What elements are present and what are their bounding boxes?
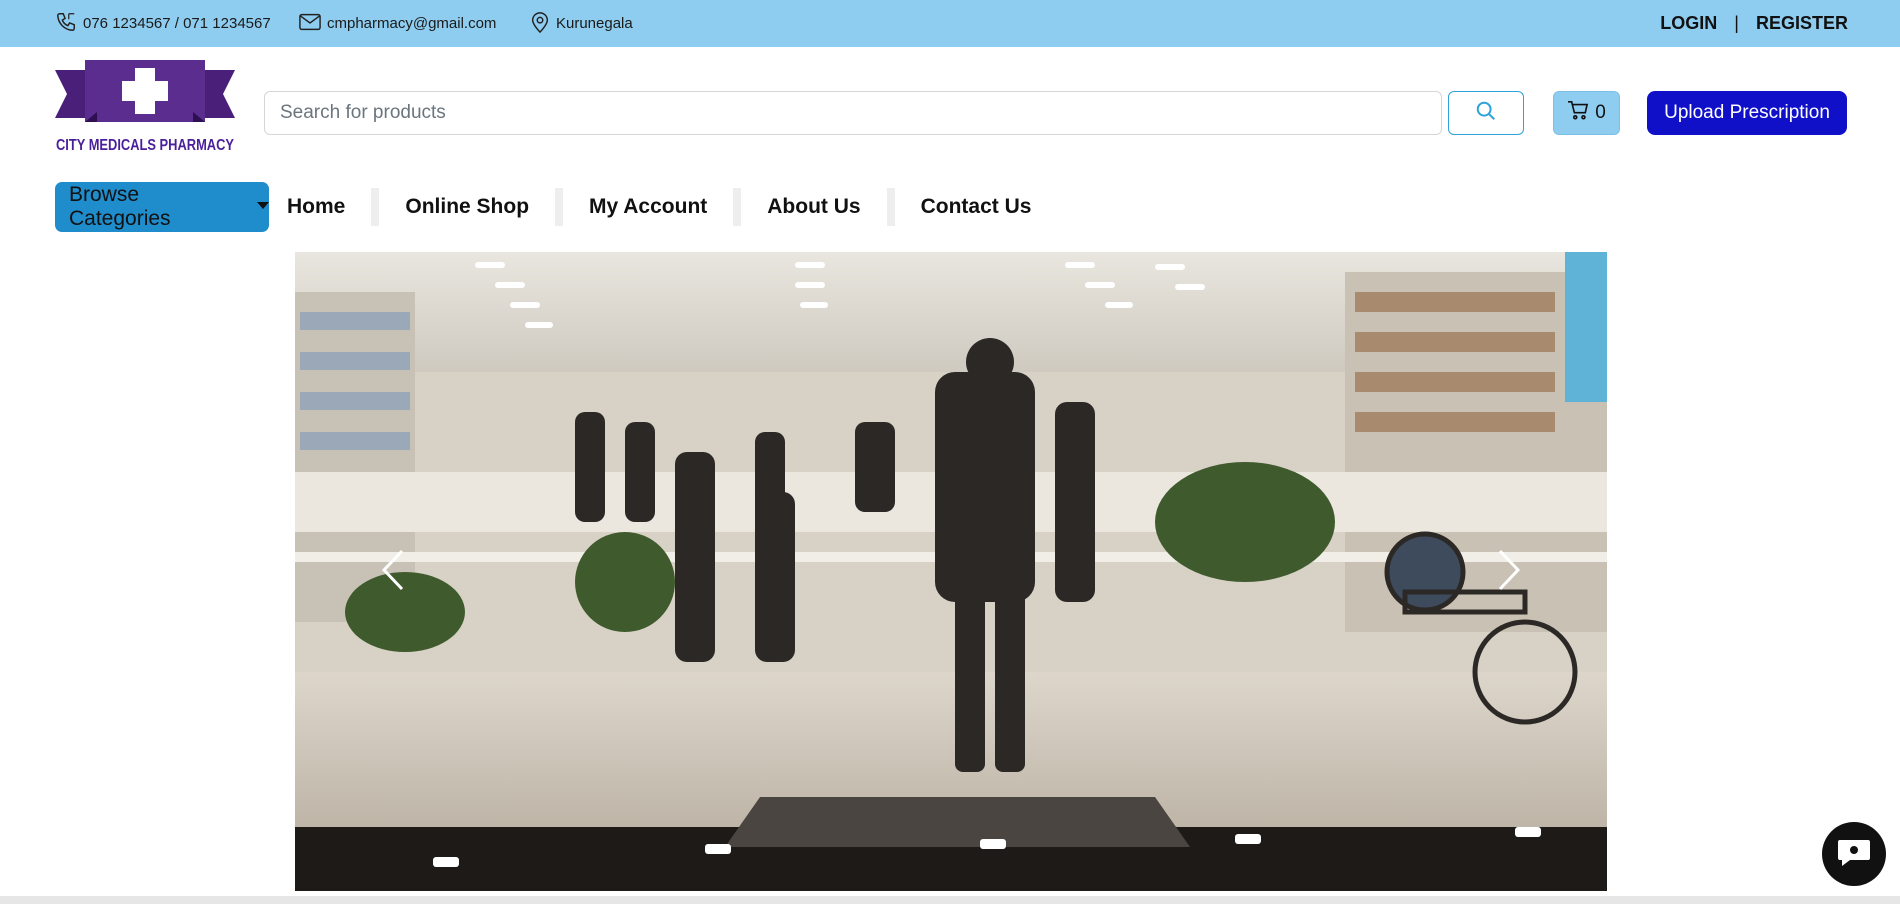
chat-button[interactable] xyxy=(1822,822,1886,886)
contact-phone: 076 1234567 / 071 1234567 xyxy=(55,0,271,47)
top-info-bar: 076 1234567 / 071 1234567 cmpharmacy@gma… xyxy=(0,0,1900,47)
search-button[interactable] xyxy=(1448,91,1524,135)
carousel-next-button[interactable] xyxy=(1484,542,1534,602)
map-pin-icon xyxy=(530,11,556,37)
cart-count: 0 xyxy=(1595,102,1606,123)
register-link[interactable]: REGISTER xyxy=(1756,13,1848,34)
envelope-icon xyxy=(299,13,327,35)
nav-divider xyxy=(555,188,564,226)
auth-links: LOGIN | REGISTER xyxy=(1660,0,1848,47)
hero-carousel[interactable] xyxy=(295,252,1607,891)
logo-text: CITY MEDICALS PHARMACY xyxy=(56,137,235,154)
carousel-slide-image xyxy=(295,252,1607,891)
main-nav: Home Online Shop My Account About Us Con… xyxy=(287,182,1031,232)
chevron-left-icon xyxy=(380,549,406,596)
nav-link-my-account[interactable]: My Account xyxy=(589,195,707,219)
browse-categories-label: Browse Categories xyxy=(69,183,171,230)
contact-location: Kurunegala xyxy=(530,0,633,47)
search-input[interactable] xyxy=(264,91,1442,135)
email-text: cmpharmacy@gmail.com xyxy=(327,15,497,32)
nav-link-contact-us[interactable]: Contact Us xyxy=(921,195,1032,219)
nav-divider xyxy=(886,188,895,226)
location-text: Kurunegala xyxy=(556,15,633,32)
auth-separator: | xyxy=(1734,13,1739,33)
page-bottom-edge xyxy=(0,896,1900,904)
search-icon xyxy=(1475,100,1497,127)
cart-icon xyxy=(1567,100,1589,126)
login-link[interactable]: LOGIN xyxy=(1660,13,1717,34)
nav-divider xyxy=(733,188,742,226)
cart-button[interactable]: 0 xyxy=(1553,91,1620,135)
nav-link-about-us[interactable]: About Us xyxy=(767,195,860,219)
caret-down-icon xyxy=(257,202,269,209)
nav-link-home[interactable]: Home xyxy=(287,195,345,219)
upload-prescription-button[interactable]: Upload Prescription xyxy=(1647,91,1847,135)
contact-email: cmpharmacy@gmail.com xyxy=(299,0,496,47)
chevron-right-icon xyxy=(1496,549,1522,596)
phone-icon xyxy=(55,11,83,37)
chat-icon xyxy=(1836,837,1872,872)
nav-divider xyxy=(371,188,380,226)
carousel-prev-button[interactable] xyxy=(368,542,418,602)
site-logo[interactable]: CITY MEDICALS PHARMACY xyxy=(55,60,235,158)
phone-text: 076 1234567 / 071 1234567 xyxy=(83,15,271,32)
browse-categories-button[interactable]: Browse Categories xyxy=(55,182,269,232)
nav-link-online-shop[interactable]: Online Shop xyxy=(405,195,529,219)
